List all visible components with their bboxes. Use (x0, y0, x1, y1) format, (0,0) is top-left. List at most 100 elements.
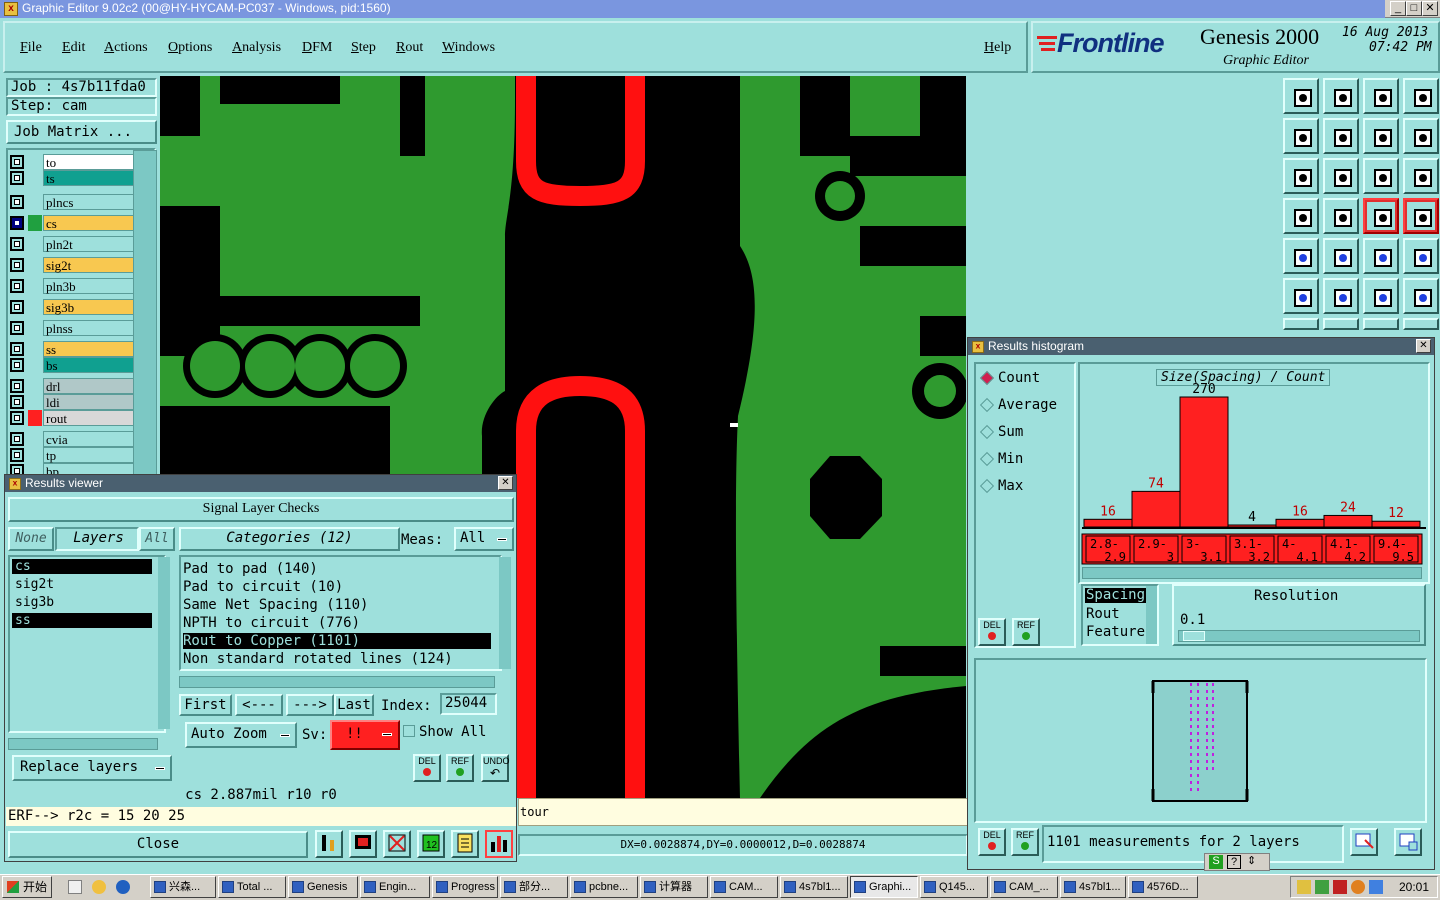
layer-checkbox[interactable] (10, 237, 24, 251)
menu-file[interactable]: File (20, 40, 42, 56)
taskbar-item[interactable]: CAM_... (990, 876, 1058, 898)
layer-row-to[interactable]: to (10, 154, 137, 170)
layer-row-bs[interactable]: bs (10, 357, 137, 373)
network-icon[interactable] (1283, 278, 1319, 314)
layer-result-item[interactable]: sig3b (12, 595, 152, 610)
tool-step-icon[interactable]: 12 (417, 830, 445, 858)
job-matrix-button[interactable]: Job Matrix ... (6, 120, 157, 144)
histogram-hscroll[interactable] (1082, 567, 1422, 579)
results-viewer-close-icon[interactable]: ✕ (498, 476, 513, 490)
layer-row-drl[interactable]: drl (10, 378, 137, 394)
layer-checkbox[interactable] (10, 342, 24, 356)
undo-button[interactable]: UNDO ↶ (481, 754, 510, 782)
taskbar-item[interactable]: pcbne... (570, 876, 638, 898)
layer-name[interactable]: to (43, 154, 137, 170)
layer-checkbox[interactable] (10, 300, 24, 314)
ime-arrows-icon[interactable]: ⇕ (1247, 854, 1256, 867)
layer-checkbox[interactable] (10, 395, 24, 409)
layer-row-sig3b[interactable]: sig3b (10, 299, 137, 315)
layer-result-item[interactable]: ss (12, 613, 152, 628)
histogram-bar[interactable] (1227, 524, 1277, 528)
taskbar-item[interactable]: 4s7bl1... (1060, 876, 1126, 898)
taskbar-item[interactable]: 部分... (500, 876, 568, 898)
layer-row-pln3b[interactable]: pln3b (10, 278, 137, 294)
tool-monitor-icon[interactable] (349, 830, 377, 858)
layer-color-swatch[interactable] (28, 431, 42, 447)
taskbar-item[interactable]: 计算器 (640, 876, 708, 898)
layer-name[interactable]: tp (43, 447, 137, 463)
layer-row-pln2t[interactable]: pln2t (10, 236, 137, 252)
layer-row-ts[interactable]: ts (10, 170, 137, 186)
layer-name[interactable]: pln3b (43, 278, 137, 294)
last-button[interactable]: Last (334, 694, 374, 716)
auto-zoom-dropdown[interactable]: Auto Zoom (185, 722, 297, 748)
tools-icon[interactable] (1283, 198, 1319, 234)
layer-checkbox[interactable] (10, 358, 24, 372)
menu-analysis[interactable]: Analysis (232, 40, 281, 56)
menu-edit[interactable]: Edit (62, 40, 85, 56)
layer-name[interactable]: bs (43, 357, 137, 373)
prev-button[interactable]: <--- (235, 694, 283, 716)
del-button[interactable]: DEL (413, 754, 441, 782)
layer-checkbox[interactable] (10, 321, 24, 335)
start-button[interactable]: 开始 (2, 876, 52, 898)
taskbar-item[interactable]: 4576D... (1128, 876, 1198, 898)
layer-name[interactable]: plncs (43, 194, 137, 210)
menu-options[interactable]: Options (168, 40, 212, 56)
layer-red-a-icon[interactable] (1363, 198, 1399, 234)
layer-row-ldi[interactable]: ldi (10, 394, 137, 410)
layer-color-swatch[interactable] (28, 357, 42, 373)
settings-icon[interactable] (1394, 828, 1422, 856)
menu-rout[interactable]: Rout (396, 40, 423, 56)
tray-icon[interactable] (1369, 880, 1383, 894)
taskbar-item[interactable]: Progress (432, 876, 498, 898)
edit-c-icon[interactable] (1363, 318, 1399, 330)
histogram-bar[interactable] (1323, 514, 1373, 528)
measure-type-list[interactable]: Spacing Rout Feature (1081, 584, 1159, 646)
layer-checkbox[interactable] (10, 448, 24, 462)
taskbar-item[interactable]: Graphi... (850, 876, 918, 898)
category-scrollbar[interactable] (499, 557, 511, 669)
zoom-fit-icon[interactable] (1283, 158, 1319, 194)
ime-help-icon[interactable]: ? (1227, 855, 1241, 869)
preview-del-button[interactable]: DEL (978, 828, 1006, 856)
home-icon[interactable] (1363, 78, 1399, 114)
category-item[interactable]: NPTH to circuit (776) (183, 615, 360, 631)
layer-name[interactable]: cvia (43, 431, 137, 447)
layer-checkbox[interactable] (10, 411, 24, 425)
ref-button[interactable]: REF (446, 754, 474, 782)
layer-name[interactable]: rout (43, 410, 137, 426)
layer-checkbox[interactable] (10, 379, 24, 393)
tool-histogram-a-icon[interactable] (315, 830, 343, 858)
close-window-button[interactable]: ✕ (1422, 1, 1438, 16)
layer-name[interactable]: plnss (43, 320, 137, 336)
layer-color-swatch[interactable] (28, 394, 42, 410)
layer-checkbox[interactable] (10, 195, 24, 209)
histogram-del-button[interactable]: DEL (978, 618, 1006, 646)
tray-icon[interactable] (1315, 880, 1329, 894)
measure-type-scrollbar[interactable] (1146, 586, 1157, 644)
layer-color-swatch[interactable] (28, 257, 42, 273)
fit-screen-icon[interactable] (1403, 78, 1439, 114)
edit-d-icon[interactable] (1403, 318, 1439, 330)
histogram-bar[interactable] (1179, 396, 1229, 528)
pad-icon[interactable] (1403, 238, 1439, 274)
select-square-icon[interactable] (1323, 238, 1359, 274)
cross-icon[interactable] (1323, 278, 1359, 314)
taskbar-item[interactable]: 兴森... (150, 876, 216, 898)
edit-a-icon[interactable] (1283, 318, 1319, 330)
grid-icon[interactable] (1363, 238, 1399, 274)
measure-icon[interactable] (1363, 118, 1399, 154)
layer-result-item[interactable]: sig2t (12, 577, 152, 592)
measure-type-item[interactable]: Rout (1086, 606, 1120, 622)
measure-type-item[interactable]: Spacing (1085, 588, 1147, 603)
maximize-button[interactable]: □ (1406, 1, 1422, 16)
layer-row-rout[interactable]: rout (10, 410, 137, 426)
layer-results-scrollbar[interactable] (158, 557, 170, 729)
tool-delete-mark-icon[interactable] (383, 830, 411, 858)
layer-checkbox[interactable] (10, 258, 24, 272)
save-icon[interactable] (1323, 78, 1359, 114)
tool-histogram-icon[interactable] (485, 830, 513, 858)
tray-icon[interactable] (1333, 880, 1347, 894)
layer-row-ss[interactable]: ss (10, 341, 137, 357)
